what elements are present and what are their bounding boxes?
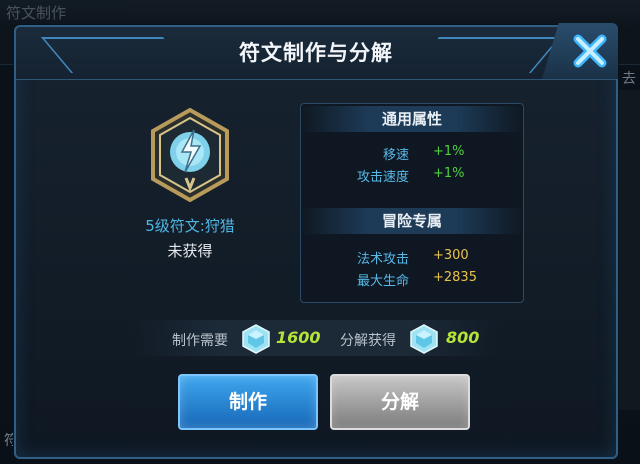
attribute-name: 移速 <box>382 148 409 163</box>
rune-name: 5级符文:狩猎 <box>145 217 235 235</box>
background-title: 符文制作 <box>6 4 67 22</box>
dialog-titlebar: 符文制作与分解 <box>16 27 616 80</box>
attribute-row: 最大生命 +2835 <box>301 270 523 290</box>
crystal-icon <box>242 324 270 354</box>
background-tab-right: 去 <box>622 71 636 87</box>
hexagon-rune-lightning-icon <box>151 107 229 203</box>
attribute-value: +1% <box>433 166 465 181</box>
attribute-row: 法术攻击 +300 <box>301 248 523 268</box>
attribute-row: 移速 +1% <box>301 144 523 164</box>
attribute-name: 最大生命 <box>356 274 409 289</box>
attribute-name: 法术攻击 <box>356 252 409 267</box>
make-cost-value: 1600 <box>276 328 321 347</box>
attribute-value: +300 <box>433 248 469 263</box>
decompose-gain-label: 分解获得 <box>340 333 396 349</box>
rune-status: 未获得 <box>167 242 213 260</box>
crystal-icon <box>410 324 438 354</box>
rune-icon-container <box>150 107 230 203</box>
make-button[interactable]: 制作 <box>178 374 318 430</box>
decompose-button[interactable]: 分解 <box>330 374 470 430</box>
general-attributes-header: 通用属性 <box>301 106 523 132</box>
attribute-value: +2835 <box>433 270 477 285</box>
attribute-value: +1% <box>433 144 465 159</box>
make-cost-label: 制作需要 <box>172 333 228 349</box>
attribute-row: 攻击速度 +1% <box>301 166 523 186</box>
attribute-name: 攻击速度 <box>356 170 409 185</box>
decompose-gain-value: 800 <box>446 328 480 347</box>
dialog-title: 符文制作与分解 <box>239 41 393 65</box>
close-x-icon <box>573 34 607 68</box>
attributes-panel: 通用属性 移速 +1% 攻击速度 +1% 冒险专属 法术攻击 +300 最大生命… <box>300 103 524 303</box>
adventure-attributes-header: 冒险专属 <box>301 208 523 234</box>
